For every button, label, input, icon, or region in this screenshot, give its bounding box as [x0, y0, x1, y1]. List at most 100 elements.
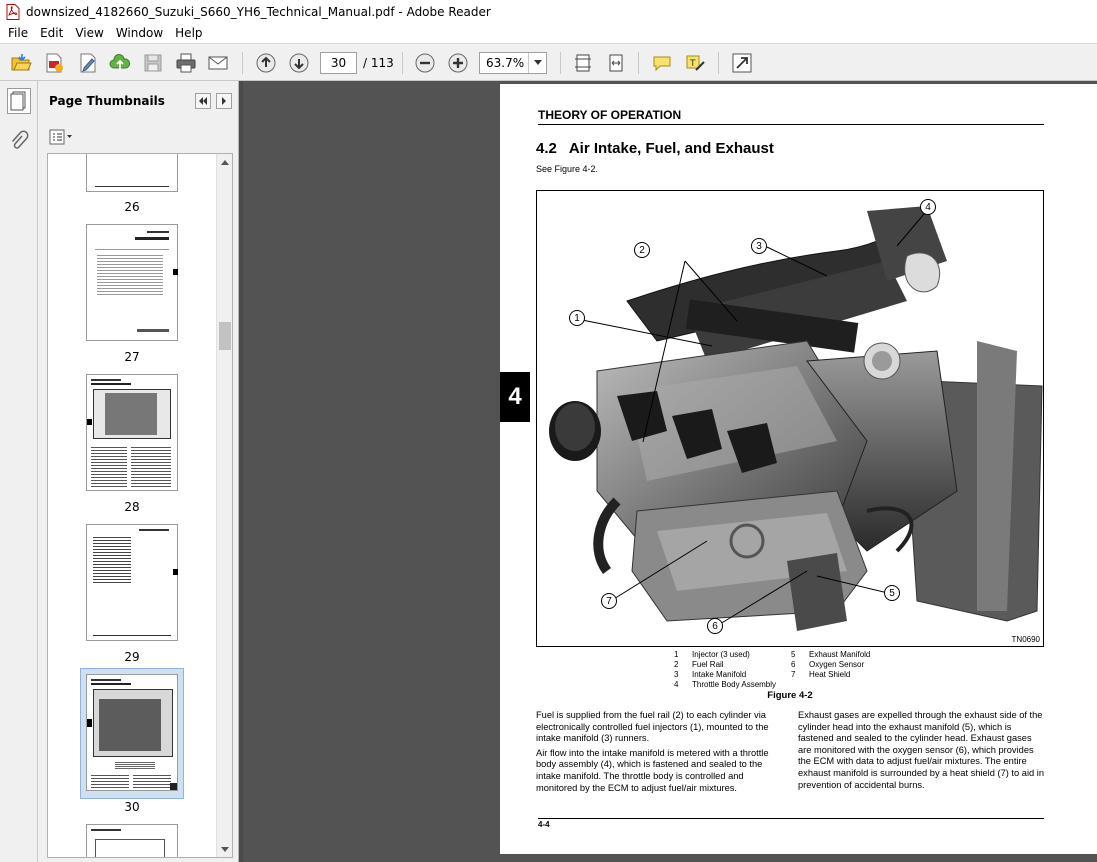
page-header: THEORY OF OPERATION [538, 108, 682, 122]
open-button[interactable] [8, 50, 34, 76]
thumbnail-page-29[interactable] [86, 524, 178, 641]
menu-view[interactable]: View [69, 26, 109, 40]
envelope-icon [208, 56, 228, 70]
thumbnails-panel: Page Thumbnails 26 27 28 29 30 [38, 81, 239, 862]
panel-title: Page Thumbnails [49, 94, 165, 108]
legend-number: 5 [791, 650, 796, 659]
edit-document-icon [80, 53, 96, 73]
menu-file[interactable]: File [0, 26, 34, 40]
callout-2: 2 [634, 242, 650, 258]
see-figure-text: See Figure 4-2. [536, 164, 599, 174]
menu-window[interactable]: Window [110, 26, 169, 40]
thumbnail-label: 29 [124, 650, 140, 664]
open-folder-icon [11, 54, 32, 71]
legend-text: Injector (3 used) [692, 650, 750, 659]
legend-text: Intake Manifold [692, 670, 747, 679]
scroll-up-icon[interactable] [217, 154, 232, 170]
thumbnail-page-28[interactable] [86, 374, 178, 491]
menu-bar: File Edit View Window Help [0, 23, 1097, 43]
toolbar: 30 / 113 63.7% T [0, 43, 1097, 81]
zoom-value: 63.7% [486, 56, 525, 70]
thumbnail-label: 30 [124, 800, 140, 814]
email-button[interactable] [205, 50, 231, 76]
attachments-tab[interactable] [7, 129, 31, 155]
scrolling-mode-button[interactable] [570, 50, 596, 76]
panel-options-button[interactable] [49, 128, 73, 146]
thumbnail-page-30[interactable] [86, 674, 178, 791]
callout-7: 7 [601, 593, 617, 609]
callout-1: 1 [569, 310, 585, 326]
expand-panel-button[interactable] [216, 93, 232, 109]
thumbnail-list[interactable]: 26 27 28 29 30 [47, 153, 233, 858]
page-footer-number: 4-4 [538, 820, 550, 829]
fit-width-button[interactable] [603, 50, 629, 76]
engine-photo [549, 206, 1043, 631]
chevron-right-icon [222, 97, 226, 105]
minus-circle-icon [415, 53, 435, 73]
expand-button[interactable] [729, 50, 755, 76]
scrollbar-thumb[interactable] [219, 322, 231, 350]
thumbnail-page-31[interactable] [86, 824, 178, 857]
section-number: 4.2 [536, 140, 557, 157]
next-page-button[interactable] [286, 50, 312, 76]
body-right-column: Exhaust gases are expelled through the e… [798, 710, 1044, 794]
zoom-in-button[interactable] [445, 50, 471, 76]
expand-icon [732, 53, 752, 73]
zoom-out-button[interactable] [412, 50, 438, 76]
floppy-disk-icon [144, 54, 162, 72]
section-heading: Air Intake, Fuel, and Exhaust [568, 140, 774, 157]
paperclip-icon [11, 130, 29, 149]
options-list-icon [49, 129, 72, 145]
legend-text: Fuel Rail [692, 660, 724, 669]
double-chevron-left-icon [199, 97, 207, 105]
page-thumbnails-tab[interactable] [7, 88, 31, 114]
legend-text: Throttle Body Assembly [692, 680, 777, 689]
scroll-down-icon[interactable] [217, 841, 232, 857]
engine-figure: 1 2 3 4 5 6 7 TN0690 [536, 190, 1044, 647]
figure-legend-right: 5 Exhaust Manifold 6 Oxygen Sensor 7 Heat S… [791, 650, 870, 680]
body-paragraph: Air flow into the intake manifold is met… [536, 747, 769, 793]
thumbnail-scrollbar[interactable] [216, 154, 232, 857]
body-paragraph: Fuel is supplied from the fuel rail (2) … [536, 710, 769, 744]
legend-text: Heat Shield [809, 670, 851, 679]
chevron-down-icon[interactable] [528, 53, 546, 73]
section-title: 4.2 Air Intake, Fuel, and Exhaust [536, 140, 774, 157]
highlight-button[interactable]: T [682, 50, 708, 76]
title-bar: downsized_4182660_Suzuki_S660_YH6_Techni… [0, 0, 1097, 23]
create-pdf-icon [46, 53, 63, 73]
callout-5: 5 [884, 585, 900, 601]
legend-text: Oxygen Sensor [809, 660, 865, 669]
panel-splitter[interactable] [239, 81, 243, 862]
save-button[interactable] [140, 50, 166, 76]
menu-edit[interactable]: Edit [34, 26, 69, 40]
upload-button[interactable] [107, 50, 133, 76]
legend-text: Exhaust Manifold [809, 650, 871, 659]
menu-help[interactable]: Help [169, 26, 208, 40]
legend-number: 6 [791, 660, 796, 669]
legend-number: 1 [674, 650, 679, 659]
edit-button[interactable] [75, 50, 101, 76]
zoom-select[interactable]: 63.7% [479, 52, 547, 74]
legend-number: 4 [674, 680, 679, 689]
legend-number: 7 [791, 670, 796, 679]
pages-icon [10, 91, 26, 111]
fit-width-icon [609, 54, 623, 72]
previous-page-button[interactable] [253, 50, 279, 76]
print-button[interactable] [173, 50, 199, 76]
body-paragraph: Exhaust gases are expelled through the e… [798, 710, 1044, 790]
thumbnail-label: 28 [124, 500, 140, 514]
page-number-input[interactable]: 30 [320, 52, 357, 74]
figure-legend-left: 1 Injector (3 used) 2 Fuel Rail 3 Intake Ma… [674, 650, 776, 690]
thumbnail-page-26[interactable] [86, 154, 178, 192]
figure-caption: Figure 4-2 [767, 690, 813, 701]
footer-rule [538, 818, 1044, 819]
comment-button[interactable] [649, 50, 675, 76]
create-pdf-button[interactable] [41, 50, 67, 76]
thumbnail-page-27[interactable] [86, 224, 178, 341]
header-rule [538, 124, 1044, 125]
speech-bubble-icon [653, 56, 671, 72]
arrow-down-circle-icon [289, 53, 309, 73]
pdf-page: THEORY OF OPERATION 4.2 Air Intake, Fuel… [500, 84, 1097, 854]
collapse-panel-button[interactable] [195, 93, 211, 109]
legend-number: 3 [674, 670, 679, 679]
